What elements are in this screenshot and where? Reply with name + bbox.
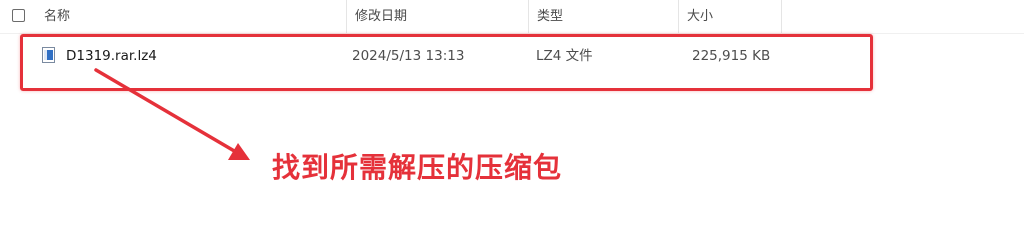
column-header-size-label: 大小: [687, 9, 714, 24]
highlight-box: [20, 34, 873, 91]
column-header-bar: 名称 ^ 修改日期 类型 大小: [0, 0, 1024, 34]
column-header-date[interactable]: 修改日期: [346, 0, 528, 33]
column-header-name[interactable]: 名称 ^: [36, 0, 346, 33]
annotation-text: 找到所需解压的压缩包: [272, 151, 563, 184]
column-header-size[interactable]: 大小: [678, 0, 782, 33]
column-header-type-label: 类型: [537, 9, 564, 24]
column-header-type[interactable]: 类型: [528, 0, 678, 33]
column-header-date-label: 修改日期: [355, 9, 408, 24]
select-all-checkbox[interactable]: [12, 9, 25, 22]
column-header-name-label: 名称: [44, 9, 71, 24]
sort-ascending-icon: ^: [206, 0, 215, 8]
